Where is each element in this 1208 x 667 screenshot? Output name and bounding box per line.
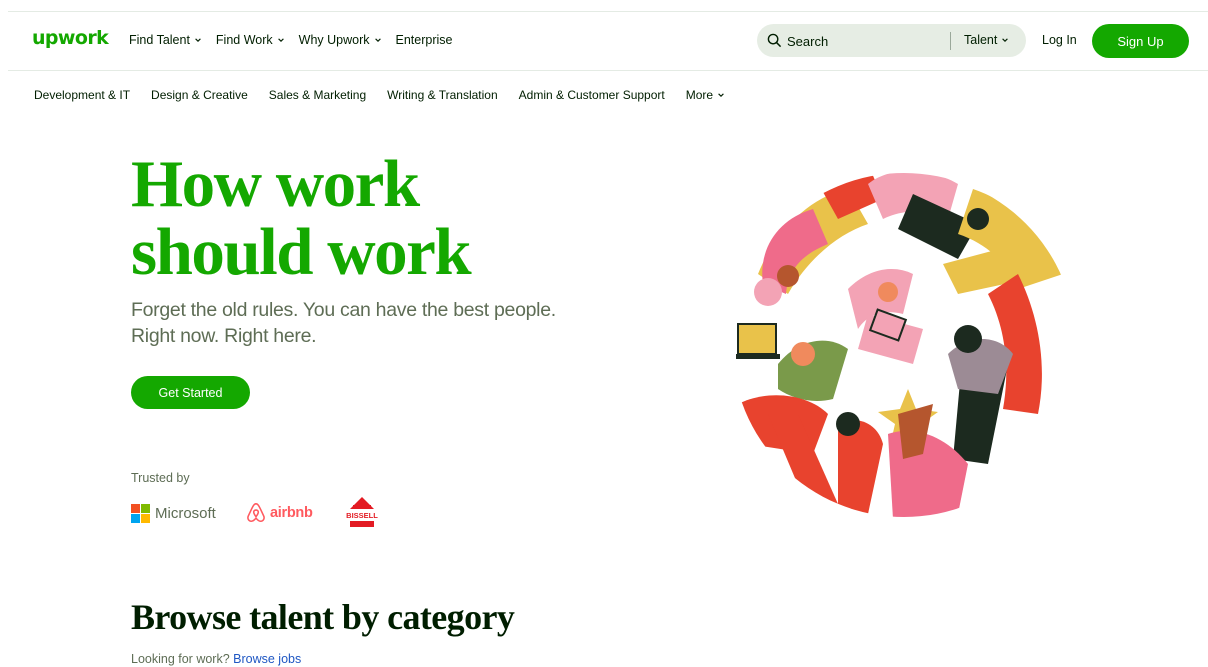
airbnb-belo-icon <box>247 503 265 523</box>
microsoft-logo: Microsoft <box>131 504 216 523</box>
header-divider <box>8 70 1208 71</box>
login-link[interactable]: Log In <box>1042 33 1077 47</box>
search-input[interactable] <box>787 32 937 50</box>
search-divider <box>950 32 951 50</box>
nav-enterprise[interactable]: Enterprise <box>396 33 453 47</box>
chevron-down-icon <box>195 38 201 42</box>
trusted-by-label: Trusted by <box>131 471 190 485</box>
category-writing-translation[interactable]: Writing & Translation <box>387 88 498 102</box>
search-scope-dropdown[interactable]: Talent <box>964 33 1009 47</box>
bissell-logo: BISSELL <box>346 497 378 527</box>
category-nav: Development & IT Design & Creative Sales… <box>34 88 746 102</box>
browse-jobs-link[interactable]: Browse jobs <box>233 652 301 666</box>
nav-enterprise-label: Enterprise <box>395 33 453 47</box>
search-icon <box>767 33 782 48</box>
category-design-creative[interactable]: Design & Creative <box>151 88 248 102</box>
chevron-down-icon <box>277 38 284 42</box>
hero-subtitle: Forget the old rules. You can have the b… <box>131 297 556 349</box>
browse-prompt: Looking for work? <box>131 652 230 666</box>
category-more-label: More <box>685 88 714 102</box>
search-bar: Talent <box>757 24 1026 57</box>
nav-why-upwork[interactable]: Why Upwork <box>299 33 382 47</box>
airbnb-logo: airbnb <box>245 502 313 524</box>
get-started-button[interactable]: Get Started <box>131 376 250 409</box>
microsoft-grid-icon <box>131 504 150 523</box>
airbnb-logo-text: airbnb <box>270 505 313 521</box>
browse-subtitle: Looking for work? Browse jobs <box>131 652 301 666</box>
trusted-logos: Microsoft airbnb BISSELL <box>131 496 401 530</box>
microsoft-logo-text: Microsoft <box>155 505 216 522</box>
chevron-down-icon <box>718 93 724 97</box>
category-sales-marketing[interactable]: Sales & Marketing <box>269 88 366 102</box>
nav-find-talent-label: Find Talent <box>129 33 190 47</box>
category-admin-support[interactable]: Admin & Customer Support <box>519 88 665 102</box>
hero-subtitle-line-1: Forget the old rules. You can have the b… <box>131 299 556 321</box>
category-more[interactable]: More <box>686 88 725 102</box>
nav-why-upwork-label: Why Upwork <box>298 33 370 47</box>
nav-find-talent[interactable]: Find Talent <box>129 33 202 47</box>
category-development-it[interactable]: Development & IT <box>34 88 130 102</box>
signup-button[interactable]: Sign Up <box>1092 24 1189 58</box>
hero-illustration <box>732 173 1076 517</box>
hero-title: How work should work <box>131 147 472 289</box>
search-scope-label: Talent <box>964 33 998 47</box>
chevron-down-icon <box>374 38 381 42</box>
hero-title-line-1: How work <box>131 147 420 221</box>
hero-subtitle-line-2: Right now. Right here. <box>131 325 317 347</box>
upwork-logo[interactable]: upwork <box>32 27 109 49</box>
nav-find-work-label: Find Work <box>215 33 273 47</box>
hero-title-line-2: should work <box>131 215 472 289</box>
main-nav: Find Talent Find Work Why Upwork Enterpr… <box>129 33 466 47</box>
nav-find-work[interactable]: Find Work <box>216 33 285 47</box>
site-header: upwork Find Talent Find Work Why Upwork … <box>0 12 1208 70</box>
bissell-logo-text: BISSELL <box>346 511 378 520</box>
chevron-down-icon <box>1002 38 1009 42</box>
browse-talent-title: Browse talent by category <box>131 597 515 637</box>
